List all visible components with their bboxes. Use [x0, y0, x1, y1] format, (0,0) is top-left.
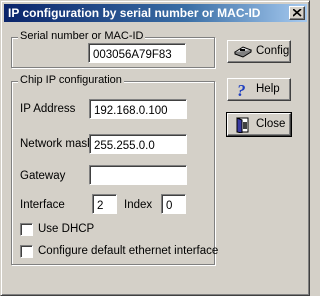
svg-text:?: ?	[237, 82, 246, 98]
serial-group-label: Serial number or MAC-ID	[18, 30, 146, 42]
index-input[interactable]	[161, 194, 186, 214]
question-mark-icon: ?	[234, 81, 250, 101]
interface-label: Interface	[20, 199, 65, 211]
config-button[interactable]: Config	[227, 40, 291, 63]
use-dhcp-checkbox[interactable]	[20, 223, 33, 236]
serial-number-input[interactable]	[88, 43, 186, 63]
interface-input[interactable]	[92, 194, 117, 214]
close-button[interactable]: Close	[226, 112, 292, 137]
dialog-window: IP configuration by serial number or MAC…	[0, 0, 310, 296]
network-mask-input[interactable]	[89, 134, 187, 154]
use-dhcp-label[interactable]: Use DHCP	[38, 223, 94, 235]
title-close-button[interactable]	[289, 6, 305, 20]
window-title: IP configuration by serial number or MAC…	[8, 6, 261, 20]
help-button-label: Help	[256, 83, 280, 95]
configure-default-label[interactable]: Configure default ethernet interface	[38, 245, 218, 257]
index-label: Index	[124, 199, 153, 211]
close-icon	[293, 9, 302, 17]
network-mask-label: Network mask	[20, 138, 93, 150]
config-button-label: Config	[256, 45, 290, 57]
configure-default-checkbox[interactable]	[20, 245, 33, 258]
help-button[interactable]: ? Help	[227, 78, 291, 101]
close-button-label: Close	[256, 118, 286, 130]
ip-address-input[interactable]	[89, 99, 187, 119]
gateway-input[interactable]	[89, 165, 187, 185]
door-exit-icon	[234, 117, 252, 136]
title-bar[interactable]: IP configuration by serial number or MAC…	[4, 4, 307, 22]
chip-ip-group-label: Chip IP configuration	[18, 74, 124, 86]
ip-address-label: IP Address	[20, 103, 76, 115]
gateway-label: Gateway	[20, 170, 66, 182]
config-device-icon	[233, 44, 253, 61]
